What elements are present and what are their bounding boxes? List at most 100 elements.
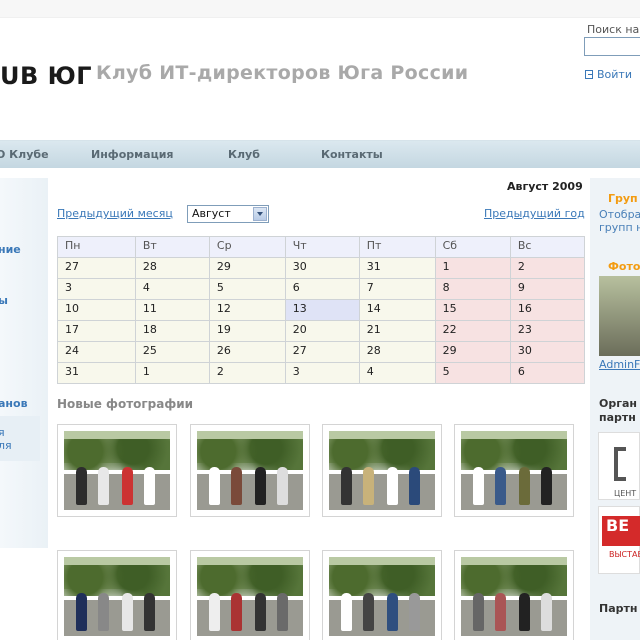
calendar-day[interactable]: 2 xyxy=(509,257,586,279)
nav-item-contacts[interactable]: Контакты xyxy=(321,148,383,161)
calendar-day[interactable]: 4 xyxy=(358,362,436,384)
groups-text-line: групп н xyxy=(599,221,640,234)
photo-thumbnail[interactable] xyxy=(322,550,442,640)
calendar-day[interactable]: 23 xyxy=(509,320,586,342)
photo-title: Фото xyxy=(608,260,640,273)
left-sidebar-item[interactable]: ля xyxy=(0,439,12,452)
login-link[interactable]: Войти xyxy=(585,68,632,81)
calendar-weekday-header: Ср xyxy=(208,236,286,258)
calendar-day[interactable]: 28 xyxy=(134,257,210,279)
prev-year-link[interactable]: Предыдущий год xyxy=(484,207,585,220)
calendar-day[interactable]: 31 xyxy=(57,362,136,384)
calendar-day[interactable]: 18 xyxy=(134,320,210,342)
photo-thumbnail[interactable] xyxy=(57,550,177,640)
calendar-day[interactable]: 16 xyxy=(509,299,586,321)
calendar-day[interactable]: 28 xyxy=(358,341,436,363)
calendar-day[interactable]: 4 xyxy=(134,278,210,300)
left-sidebar-item[interactable]: ние xyxy=(0,243,21,256)
photo-image xyxy=(64,557,170,636)
calendar-day[interactable]: 24 xyxy=(57,341,136,363)
calendar-week-row: 3456789 xyxy=(57,278,586,300)
photo-thumbnail[interactable] xyxy=(454,550,574,640)
groups-text-line: Отобра xyxy=(599,208,640,221)
calendar-day[interactable]: 20 xyxy=(284,320,360,342)
calendar-day[interactable]: 10 xyxy=(57,299,136,321)
calendar-weekday-header: Чт xyxy=(284,236,360,258)
month-select-value: Август xyxy=(192,207,231,220)
photo-thumbnail[interactable] xyxy=(322,424,442,517)
organizers-title: Орган xyxy=(599,397,637,410)
calendar-day[interactable]: 19 xyxy=(208,320,286,342)
calendar-day[interactable]: 12 xyxy=(208,299,286,321)
calendar-day[interactable]: 2 xyxy=(208,362,286,384)
calendar-day[interactable]: 6 xyxy=(284,278,360,300)
calendar-week-row: 10 11 12 13 14 15 16 xyxy=(57,299,586,321)
photo-thumbnail[interactable] xyxy=(190,424,310,517)
login-label: Войти xyxy=(597,68,632,81)
calendar-day[interactable]: 7 xyxy=(358,278,436,300)
nav-item-info[interactable]: Информация xyxy=(91,148,174,161)
calendar-day[interactable]: 17 xyxy=(57,320,136,342)
photo-image xyxy=(64,431,170,510)
photo-image xyxy=(329,557,435,636)
calendar-week-row: 24 25 26 27 28 29 30 xyxy=(57,341,586,363)
photo-image xyxy=(461,431,567,510)
photo-image xyxy=(461,557,567,636)
photo-author-link[interactable]: AdminF xyxy=(599,358,640,371)
calendar-day[interactable]: 21 xyxy=(358,320,436,342)
calendar-day[interactable]: 9 xyxy=(509,278,586,300)
partner-caption: ЦЕНТ xyxy=(614,489,637,498)
calendar-day[interactable]: 27 xyxy=(284,341,360,363)
prev-month-link[interactable]: Предыдущий месяц xyxy=(57,207,173,220)
calendar-day[interactable]: 1 xyxy=(434,257,511,279)
left-sidebar-item[interactable]: я xyxy=(0,426,5,439)
calendar-day[interactable]: 14 xyxy=(358,299,436,321)
nav-item-club[interactable]: Клуб xyxy=(228,148,260,161)
calendar-day[interactable]: 3 xyxy=(57,278,136,300)
top-strip xyxy=(0,0,640,18)
calendar-day[interactable]: 11 xyxy=(134,299,210,321)
calendar-day[interactable]: 30 xyxy=(284,257,360,279)
photo-thumbnail[interactable] xyxy=(454,424,574,517)
calendar-day[interactable]: 27 xyxy=(57,257,136,279)
calendar-day[interactable]: 26 xyxy=(208,341,286,363)
calendar-day[interactable]: 8 xyxy=(434,278,511,300)
site-slogan: Клуб ИТ-директоров Юга России xyxy=(96,62,469,84)
partner-logo-bracket xyxy=(614,447,626,481)
new-photos-heading: Новые фотографии xyxy=(57,397,194,411)
calendar-day[interactable]: 5 xyxy=(208,278,286,300)
calendar-day[interactable]: 3 xyxy=(284,362,360,384)
sidebar-photo[interactable] xyxy=(599,276,640,356)
calendar-weekday-header: Вс xyxy=(509,236,586,258)
site-logo[interactable]: UB ЮГ xyxy=(0,62,92,90)
calendar-day[interactable]: 30 xyxy=(509,341,586,363)
calendar-day[interactable]: 31 xyxy=(358,257,436,279)
calendar-weekday-header: Сб xyxy=(434,236,511,258)
calendar-day[interactable]: 5 xyxy=(434,362,511,384)
calendar-day[interactable]: 25 xyxy=(134,341,210,363)
calendar-week-row: 17 18 19 20 21 22 23 xyxy=(57,320,586,342)
calendar-day[interactable]: 29 xyxy=(208,257,286,279)
calendar-weekday-header: Вт xyxy=(134,236,210,258)
photo-thumbnail[interactable] xyxy=(57,424,177,517)
photo-thumbnail[interactable] xyxy=(190,550,310,640)
groups-title: Груп xyxy=(608,192,638,205)
calendar-week-row: 31 1 2 3 4 5 6 xyxy=(57,362,586,384)
photo-image xyxy=(329,431,435,510)
nav-item-about[interactable]: О Клубе xyxy=(0,148,49,161)
calendar-day[interactable]: 22 xyxy=(434,320,511,342)
left-sidebar-item[interactable]: анов xyxy=(0,397,28,410)
calendar-day-today[interactable]: 13 xyxy=(284,299,360,321)
calendar-table: Пн Вт Ср Чт Пт Сб Вс 27 28 29 30 31 1 2 3 4 5 6 7 8 9 10 11 12… xyxy=(57,236,586,384)
search-input[interactable] xyxy=(584,37,640,56)
calendar-day[interactable]: 6 xyxy=(509,362,586,384)
left-sidebar-item[interactable]: ы xyxy=(0,294,8,307)
calendar-day[interactable]: 1 xyxy=(134,362,210,384)
calendar-day[interactable]: 15 xyxy=(434,299,511,321)
partners-title: Партн xyxy=(599,602,638,615)
month-select[interactable]: Август xyxy=(187,205,269,223)
chevron-down-icon[interactable] xyxy=(253,207,267,221)
calendar-week-row: 27 28 29 30 31 1 2 xyxy=(57,257,586,279)
calendar-weekday-header: Пн xyxy=(57,236,136,258)
calendar-day[interactable]: 29 xyxy=(434,341,511,363)
